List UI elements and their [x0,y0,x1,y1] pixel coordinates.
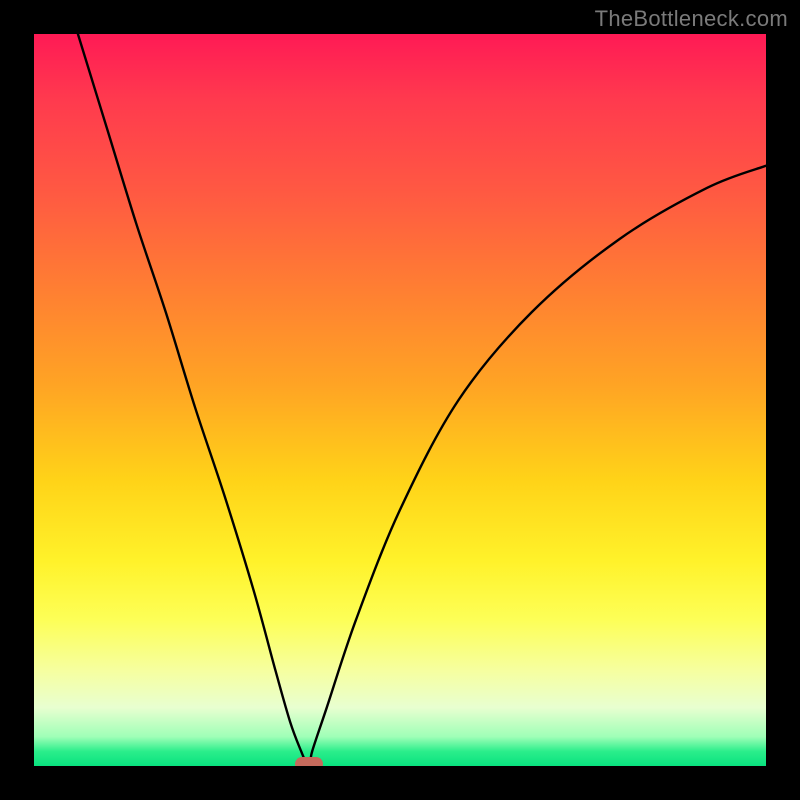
plot-area [34,34,766,766]
bottleneck-curve [34,34,766,766]
optimal-marker [295,757,323,766]
watermark-text: TheBottleneck.com [595,6,788,32]
chart-frame: TheBottleneck.com [0,0,800,800]
